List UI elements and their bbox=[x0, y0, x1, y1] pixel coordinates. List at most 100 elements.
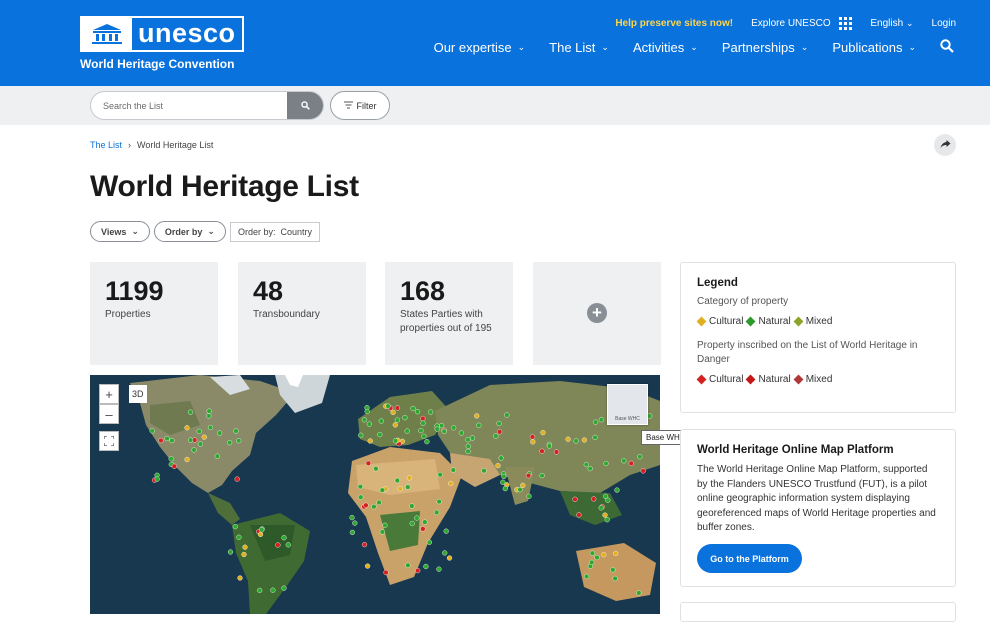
site-marker[interactable] bbox=[502, 485, 508, 492]
site-marker[interactable] bbox=[379, 529, 386, 535]
breadcrumb-root-link[interactable]: The List bbox=[90, 140, 122, 150]
site-marker[interactable] bbox=[587, 465, 593, 472]
site-marker[interactable] bbox=[437, 472, 443, 478]
site-marker[interactable] bbox=[546, 443, 553, 449]
site-marker[interactable] bbox=[441, 428, 447, 435]
site-marker[interactable] bbox=[207, 424, 214, 431]
site-marker[interactable] bbox=[448, 480, 454, 487]
site-marker[interactable] bbox=[497, 429, 503, 435]
map-canvas[interactable] bbox=[90, 375, 660, 614]
site-marker[interactable] bbox=[420, 415, 426, 422]
site-marker[interactable] bbox=[171, 463, 177, 469]
site-marker[interactable] bbox=[442, 550, 448, 556]
zoom-in-button[interactable]: + bbox=[99, 384, 119, 404]
site-marker[interactable] bbox=[214, 453, 220, 459]
site-marker[interactable] bbox=[390, 409, 396, 416]
site-marker[interactable] bbox=[573, 438, 579, 444]
site-marker[interactable] bbox=[598, 417, 605, 423]
site-marker[interactable] bbox=[405, 484, 411, 490]
site-marker[interactable] bbox=[465, 443, 471, 449]
site-marker[interactable] bbox=[583, 461, 589, 468]
site-marker[interactable] bbox=[414, 409, 421, 415]
site-marker[interactable] bbox=[628, 460, 634, 467]
basemap-toggle[interactable]: Base WHC bbox=[607, 384, 648, 425]
nav-item-activities[interactable]: Activities ⌄ bbox=[633, 40, 698, 55]
site-marker[interactable] bbox=[367, 438, 373, 444]
site-marker[interactable] bbox=[366, 421, 372, 427]
site-marker[interactable] bbox=[496, 420, 502, 427]
nav-item-the-list[interactable]: The List ⌄ bbox=[549, 40, 609, 55]
site-marker[interactable] bbox=[526, 493, 532, 499]
site-marker[interactable] bbox=[601, 552, 607, 558]
site-marker[interactable] bbox=[394, 477, 400, 484]
site-marker[interactable] bbox=[154, 476, 160, 482]
site-marker[interactable] bbox=[604, 517, 610, 523]
view-3d-button[interactable]: 3D bbox=[129, 385, 147, 403]
site-marker[interactable] bbox=[365, 563, 371, 569]
site-marker[interactable] bbox=[593, 419, 599, 425]
site-marker[interactable] bbox=[358, 494, 364, 500]
site-marker[interactable] bbox=[270, 587, 276, 593]
site-marker[interactable] bbox=[589, 559, 595, 566]
site-marker[interactable] bbox=[572, 496, 578, 502]
site-marker[interactable] bbox=[405, 562, 411, 568]
site-marker[interactable] bbox=[259, 527, 265, 533]
site-marker[interactable] bbox=[379, 487, 385, 493]
site-marker[interactable] bbox=[540, 429, 546, 436]
site-marker[interactable] bbox=[158, 437, 164, 444]
nav-item-partnerships[interactable]: Partnerships ⌄ bbox=[722, 40, 809, 55]
site-marker[interactable] bbox=[614, 487, 620, 493]
site-marker[interactable] bbox=[409, 520, 415, 527]
site-marker[interactable] bbox=[365, 460, 372, 466]
filter-button[interactable]: Filter bbox=[330, 91, 390, 120]
site-marker[interactable] bbox=[227, 440, 233, 446]
search-input[interactable] bbox=[91, 92, 287, 119]
site-marker[interactable] bbox=[420, 420, 426, 426]
site-marker[interactable] bbox=[227, 549, 234, 555]
site-marker[interactable] bbox=[439, 422, 445, 429]
site-marker[interactable] bbox=[591, 496, 597, 502]
site-marker[interactable] bbox=[184, 456, 190, 463]
login-link[interactable]: Login bbox=[932, 18, 956, 29]
site-marker[interactable] bbox=[565, 436, 571, 442]
site-marker[interactable] bbox=[394, 417, 401, 423]
site-marker[interactable] bbox=[451, 425, 457, 431]
search-icon[interactable] bbox=[940, 39, 954, 56]
site-marker[interactable] bbox=[443, 528, 449, 534]
site-marker[interactable] bbox=[383, 569, 389, 576]
site-marker[interactable] bbox=[458, 430, 465, 436]
go-to-platform-button[interactable]: Go to the Platform bbox=[697, 544, 802, 573]
site-marker[interactable] bbox=[465, 437, 471, 443]
site-marker[interactable] bbox=[201, 434, 207, 440]
site-marker[interactable] bbox=[476, 422, 482, 428]
site-marker[interactable] bbox=[637, 454, 643, 460]
site-marker[interactable] bbox=[168, 456, 174, 462]
site-marker[interactable] bbox=[206, 413, 212, 419]
site-marker[interactable] bbox=[450, 467, 456, 473]
site-marker[interactable] bbox=[602, 493, 609, 499]
site-marker[interactable] bbox=[371, 504, 377, 510]
site-marker[interactable] bbox=[576, 512, 582, 518]
site-marker[interactable] bbox=[236, 534, 242, 540]
site-marker[interactable] bbox=[257, 531, 264, 538]
site-marker[interactable] bbox=[589, 550, 596, 556]
site-marker[interactable] bbox=[594, 554, 600, 561]
site-marker[interactable] bbox=[349, 515, 355, 521]
site-marker[interactable] bbox=[504, 412, 510, 418]
site-marker[interactable] bbox=[481, 468, 487, 474]
site-marker[interactable] bbox=[415, 568, 421, 574]
site-marker[interactable] bbox=[414, 515, 420, 521]
site-marker[interactable] bbox=[422, 519, 428, 525]
site-marker[interactable] bbox=[501, 473, 507, 480]
site-marker[interactable] bbox=[621, 458, 627, 464]
site-marker[interactable] bbox=[469, 435, 476, 441]
site-marker[interactable] bbox=[584, 573, 590, 580]
preserve-link[interactable]: Help preserve sites now! bbox=[615, 18, 733, 29]
site-marker[interactable] bbox=[530, 439, 536, 445]
nav-item-our-expertise[interactable]: Our expertise ⌄ bbox=[434, 40, 526, 55]
site-marker[interactable] bbox=[363, 502, 369, 508]
site-marker[interactable] bbox=[613, 550, 619, 557]
site-marker[interactable] bbox=[529, 434, 536, 440]
site-marker[interactable] bbox=[418, 427, 424, 434]
site-marker[interactable] bbox=[474, 413, 480, 419]
